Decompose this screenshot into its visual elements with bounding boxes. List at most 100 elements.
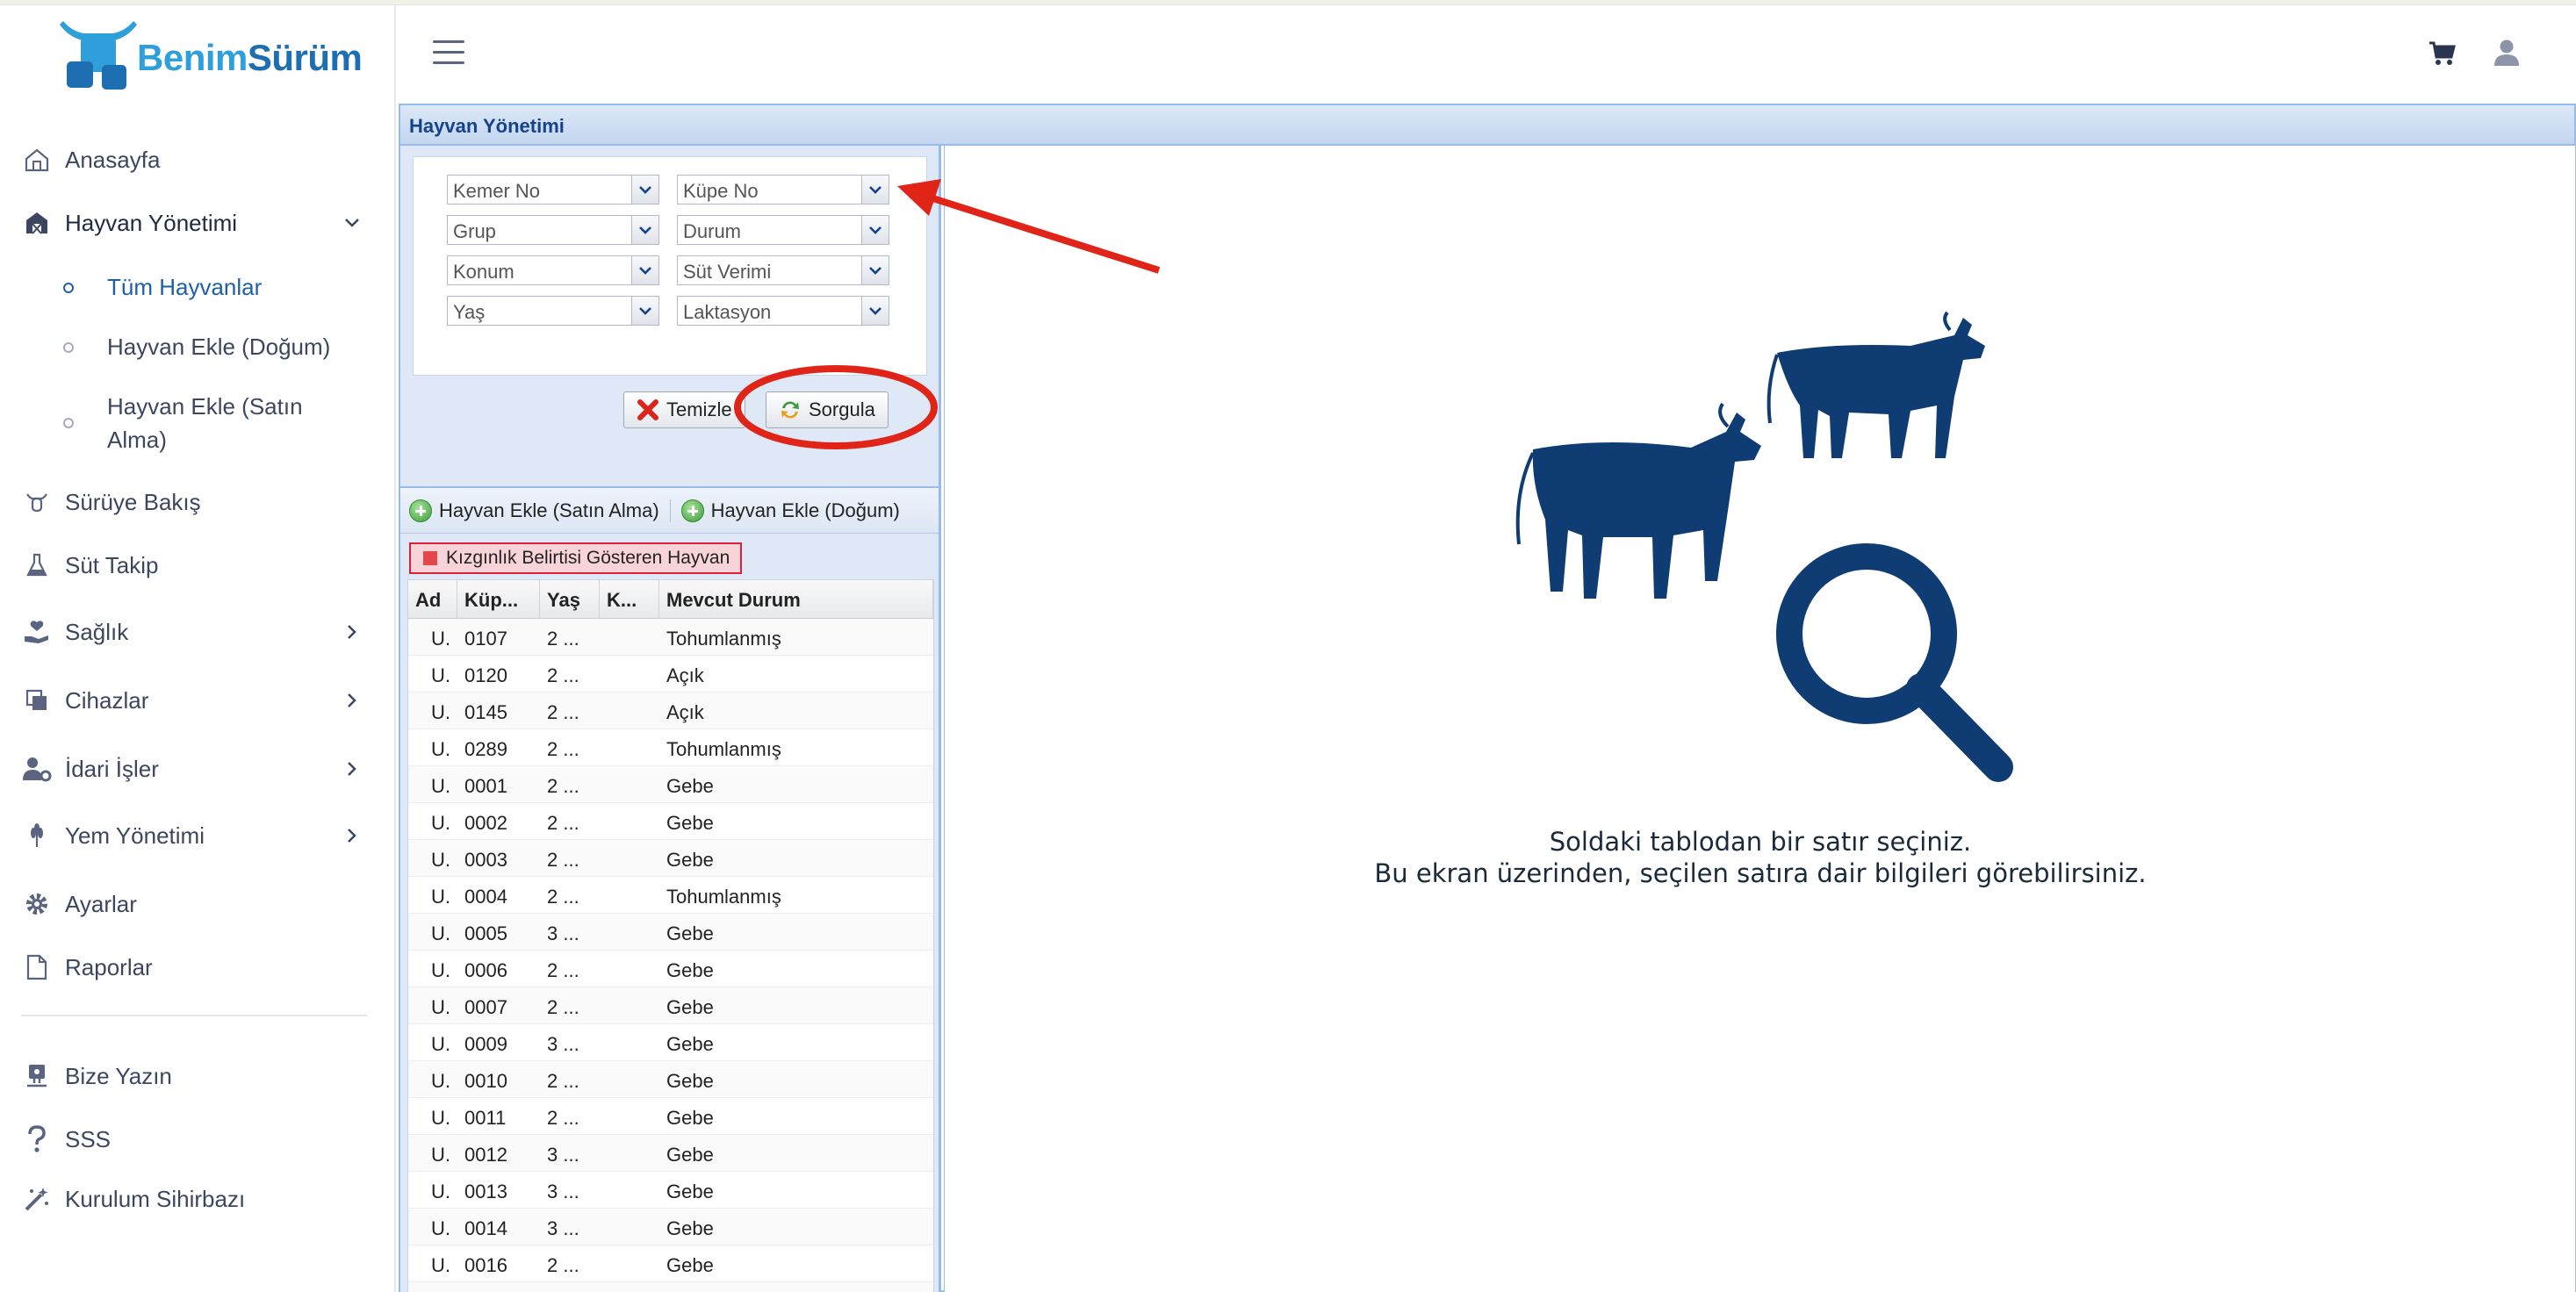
cell-durum: Gebe: [666, 1254, 714, 1276]
cell-yas: 3 ...: [547, 1144, 579, 1166]
table-row[interactable]: U. 0016 2 ... Gebe: [408, 1245, 933, 1282]
sidebar-subitem-hayvan-ekle-satin-alma[interactable]: Hayvan Ekle (Satın Alma): [63, 390, 327, 456]
brand-logo[interactable]: BenimSürüm: [56, 18, 363, 98]
cell-kupe: 0014: [464, 1217, 507, 1239]
sidebar-item-sss[interactable]: SSS: [21, 1115, 373, 1164]
kemer-no-combo[interactable]: Kemer No: [447, 175, 659, 205]
table-row[interactable]: U. 0006 2 ... Gebe: [408, 951, 933, 987]
table-row[interactable]: U. 0001 2 ... Gebe: [408, 766, 933, 803]
cell-kupe: 0004: [464, 886, 507, 908]
table-row[interactable]: U. 0014 3 ... Gebe: [408, 1209, 933, 1245]
table-row[interactable]: U. 0145 2 ... Açık: [408, 693, 933, 729]
sidebar-subitem-tum-hayvanlar[interactable]: Tüm Hayvanlar: [63, 274, 373, 301]
chevron-down-icon[interactable]: [631, 215, 659, 245]
home-icon: [21, 144, 53, 176]
sidebar-item-kurulum-sihirbazi[interactable]: Kurulum Sihirbazı: [21, 1174, 373, 1224]
table-row[interactable]: U. 0005 3 ... Gebe: [408, 914, 933, 951]
sidebar-item-anasayfa[interactable]: Anasayfa: [21, 135, 373, 184]
cell-durum: Açık: [666, 664, 704, 686]
heat-signs-legend[interactable]: Kızgınlık Belirtisi Gösteren Hayvan: [409, 542, 743, 574]
grup-combo[interactable]: Grup: [447, 215, 659, 245]
cell-k: [600, 1209, 659, 1245]
kupe-no-combo[interactable]: Küpe No: [677, 175, 889, 205]
cell-k: [600, 619, 659, 655]
table-row[interactable]: U. 0004 2 ... Tohumlanmış: [408, 877, 933, 914]
cell-ad: U.: [408, 1282, 457, 1292]
cell-k: [600, 656, 659, 692]
sidebar-item-cihazlar[interactable]: Cihazlar: [21, 676, 373, 725]
sidebar-item-ayarlar[interactable]: Ayarlar: [21, 879, 373, 929]
chevron-down-icon[interactable]: [631, 175, 659, 205]
chevron-down-icon[interactable]: [861, 255, 889, 285]
table-row[interactable]: U. 0289 2 ... Tohumlanmış: [408, 729, 933, 766]
brand-name: BenimSürüm: [137, 37, 363, 79]
user-gear-icon: [21, 753, 53, 785]
table-row[interactable]: U. 0107 2 ... Tohumlanmış: [408, 619, 933, 656]
user-icon[interactable]: [2493, 39, 2520, 67]
yas-combo[interactable]: Yaş: [447, 296, 659, 326]
cell-k: [600, 1282, 659, 1292]
sidebar-subitem-label: Hayvan Ekle (Satın Alma): [107, 393, 303, 453]
add-birth-button[interactable]: Hayvan Ekle (Doğum): [680, 499, 900, 522]
sidebar-subitem-hayvan-ekle-dogum[interactable]: Hayvan Ekle (Doğum): [63, 334, 373, 361]
sidebar-item-saglik[interactable]: Sağlık: [21, 607, 373, 657]
brand-name-part1: Benim: [137, 37, 248, 78]
chevron-down-icon[interactable]: [861, 215, 889, 245]
sidebar-item-idari-isler[interactable]: İdari İşler: [21, 744, 373, 793]
sidebar-item-sut-takip[interactable]: Süt Takip: [21, 541, 373, 590]
sidebar-item-label: Bize Yazın: [65, 1062, 172, 1089]
chevron-down-icon[interactable]: [861, 175, 889, 205]
table-row[interactable]: U. 0003 2 ... Gebe: [408, 840, 933, 877]
column-header-k[interactable]: K...: [600, 580, 659, 618]
column-header-mevcut-durum[interactable]: Mevcut Durum: [659, 580, 933, 618]
cell-kupe: 0016: [464, 1254, 507, 1276]
hand-heart-icon: [21, 616, 53, 648]
column-header-kupe[interactable]: Küp...: [457, 580, 540, 618]
sidebar-item-raporlar[interactable]: Raporlar: [21, 943, 373, 992]
detail-area: Soldaki tablodan bir satır seçiniz. Bu e…: [944, 146, 2575, 1292]
table-row[interactable]: U. 0120 2 ... Açık: [408, 656, 933, 693]
laktasyon-combo[interactable]: Laktasyon: [677, 296, 889, 326]
column-header-yas[interactable]: Yaş: [540, 580, 600, 618]
sidebar-item-hayvan-yonetimi[interactable]: Hayvan Yönetimi: [21, 198, 373, 248]
chevron-down-icon[interactable]: [631, 255, 659, 285]
add-purchase-button[interactable]: Hayvan Ekle (Satın Alma): [409, 499, 659, 522]
column-header-ad[interactable]: Ad: [408, 580, 457, 618]
clear-button[interactable]: Temizle: [623, 391, 745, 428]
sidebar-item-label: Ayarlar: [65, 890, 137, 917]
table-row[interactable]: U. 0013 3 ... Gebe: [408, 1172, 933, 1209]
cell-k: [600, 1135, 659, 1171]
chevron-down-icon[interactable]: [631, 296, 659, 326]
table-row[interactable]: U. 0011 2 ... Gebe: [408, 1098, 933, 1135]
sidebar-item-yem-yonetimi[interactable]: Yem Yönetimi: [21, 811, 373, 860]
cell-k: [600, 1024, 659, 1060]
table-row[interactable]: U. 0012 3 ... Gebe: [408, 1135, 933, 1172]
cell-kupe: 0005: [464, 922, 507, 944]
cell-k: [600, 840, 659, 876]
table-row[interactable]: U. 0002 2 ... Gebe: [408, 803, 933, 840]
chevron-down-icon[interactable]: [861, 296, 889, 326]
cell-ad: U.: [431, 922, 450, 944]
cell-yas: 2 ...: [547, 886, 579, 908]
durum-combo[interactable]: Durum: [677, 215, 889, 245]
sidebar-item-bize-yazin[interactable]: Bize Yazın: [21, 1052, 373, 1101]
cell-durum: Gebe: [666, 996, 714, 1018]
sidebar-item-suruye-bakis[interactable]: Sürüye Bakış: [21, 477, 373, 527]
cell-ad: U.: [431, 959, 450, 981]
konum-combo[interactable]: Konum: [447, 255, 659, 285]
hamburger-icon[interactable]: [433, 40, 464, 65]
combo-value: Yaş: [453, 301, 486, 323]
sidebar-item-label: Raporlar: [65, 953, 153, 980]
query-button[interactable]: Sorgula: [766, 391, 889, 428]
support-icon: [21, 1060, 53, 1092]
sidebar-item-label: Sürüye Bakış: [65, 488, 201, 515]
table-row[interactable]: U. 0007 2 ... Gebe: [408, 987, 933, 1024]
cart-icon[interactable]: [2428, 40, 2457, 67]
table-row[interactable]: U. 0009 3 ... Gebe: [408, 1024, 933, 1061]
sut-verimi-combo[interactable]: Süt Verimi: [677, 255, 889, 285]
panel-title: Hayvan Yönetimi: [400, 105, 2574, 146]
table-row[interactable]: U.00173 ... Tohumlanmış: [408, 1282, 933, 1292]
sidebar-item-label: İdari İşler: [65, 755, 159, 782]
table-row[interactable]: U. 0010 2 ... Gebe: [408, 1061, 933, 1098]
add-icon: [409, 499, 432, 522]
